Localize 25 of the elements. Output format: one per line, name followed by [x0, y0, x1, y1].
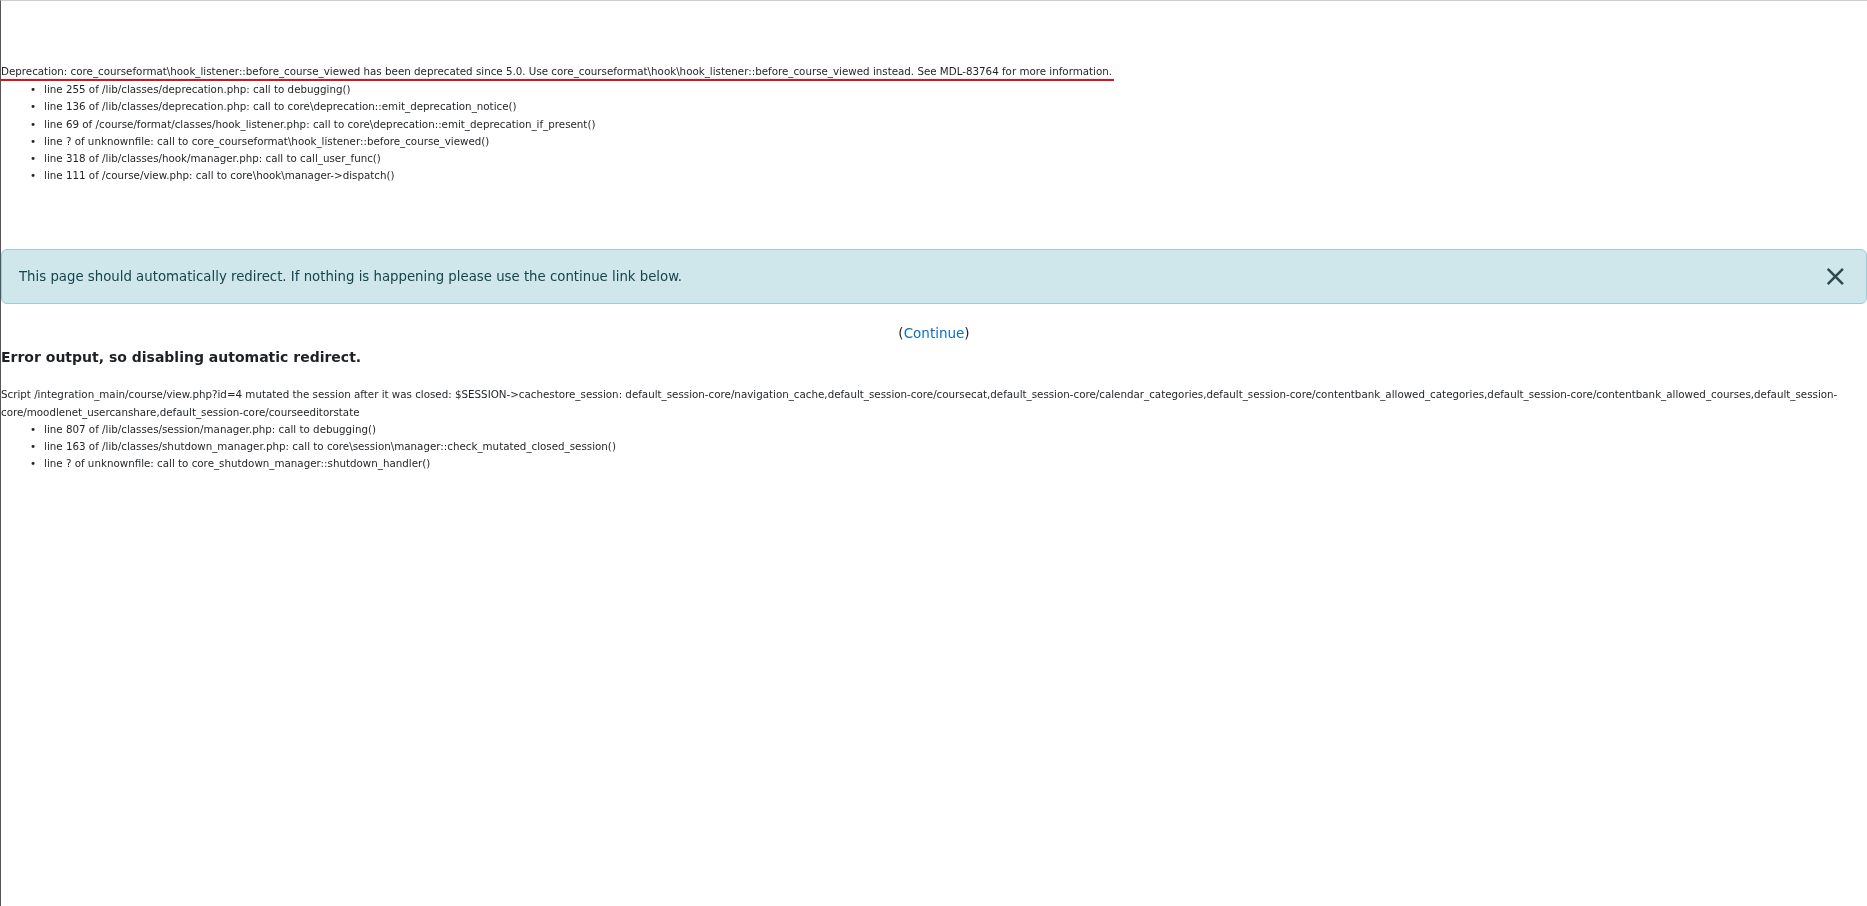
- alert-text: This page should automatically redirect. If nothing is happening please use the continue link below.: [19, 268, 683, 284]
- list-bullet: •: [30, 168, 37, 184]
- close-button[interactable]: ×: [1816, 263, 1854, 290]
- list-bullet: •: [30, 151, 37, 167]
- trace-line: line 255 of /lib/classes/deprecation.php: call to debugging(): [44, 82, 351, 97]
- trace-line: line 69 of /course/format/classes/hook_listener.php: call to core\deprecation::emit_deprecation_if_present(): [44, 116, 596, 133]
- list-bullet: •: [30, 116, 37, 132]
- list-bullet: •: [30, 82, 37, 97]
- continue-link[interactable]: Continue: [903, 324, 965, 341]
- trace-line: line 163 of /lib/classes/shutdown_manager.php: call to core\session\manager::check_mutated_closed_session(): [44, 439, 616, 455]
- error-heading: Error output, so disabling automatic redirect.: [1, 348, 363, 365]
- trace-line: line 807 of /lib/classes/session/manager.php: call to debugging(): [44, 421, 377, 437]
- trace-line: line ? of unknownfile: call to core_courseformat\hook_listener::before_course_viewed(): [44, 133, 490, 150]
- list-bullet: •: [30, 133, 37, 149]
- deprecation-message: Deprecation: core_courseformat\hook_listener::before_course_viewed has been deprecated since 5.0. Use core_courseformat\hook\hook_listener::before_course_viewed instead. See MDL-83764 for more information.: [1, 64, 1115, 81]
- parenthesis: (: [898, 324, 904, 341]
- trace-line: line ? of unknownfile: call to core_shutdown_manager::shutdown_handler(): [44, 456, 431, 472]
- trace-line: line 111 of /course/view.php: call to core\hook\manager->dispatch(): [44, 168, 395, 184]
- list-bullet: •: [30, 421, 37, 437]
- trace-line: line 318 of /lib/classes/hook/manager.php: call to call_user_func(): [44, 151, 381, 167]
- list-bullet: •: [30, 99, 37, 115]
- parenthesis: ): [964, 324, 970, 341]
- list-bullet: •: [30, 456, 37, 472]
- list-bullet: •: [30, 439, 37, 455]
- trace-line: line 136 of /lib/classes/deprecation.php: call to core\deprecation::emit_deprecation_notice(): [44, 99, 517, 115]
